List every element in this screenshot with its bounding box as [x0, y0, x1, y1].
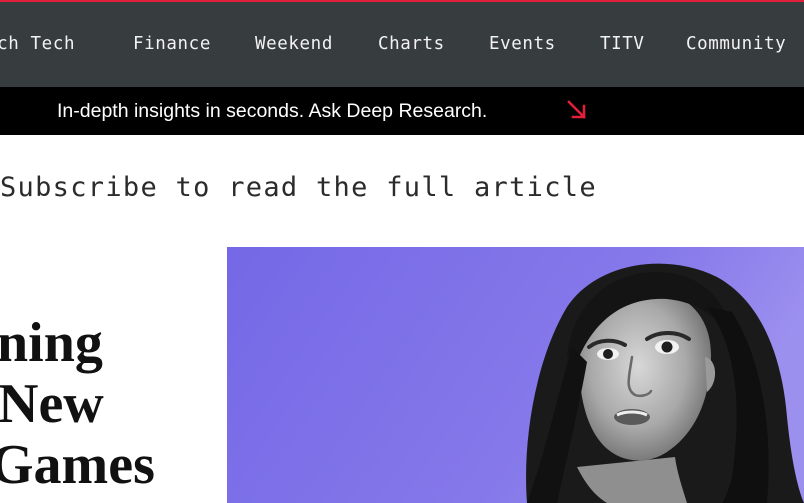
- hero-image: [227, 247, 804, 503]
- nav-item-titv[interactable]: TITV: [600, 33, 645, 55]
- main-nav: rch Tech Finance Weekend Charts Events T…: [0, 2, 804, 87]
- nav-item-community[interactable]: Community: [686, 33, 786, 55]
- nav-item-weekend[interactable]: Weekend: [255, 33, 333, 55]
- promo-text[interactable]: In-depth insights in seconds. Ask Deep R…: [57, 100, 487, 122]
- promo-banner[interactable]: In-depth insights in seconds. Ask Deep R…: [0, 87, 804, 135]
- nav-item-events[interactable]: Events: [489, 33, 556, 55]
- nav-item-charts[interactable]: Charts: [378, 33, 445, 55]
- headline-line-2: New: [0, 373, 104, 435]
- nav-item-finance[interactable]: Finance: [133, 33, 211, 55]
- headline-line-3: Games: [0, 434, 155, 496]
- subscribe-prompt[interactable]: Subscribe to read the full article: [0, 172, 597, 204]
- hero-portrait-illustration: [227, 247, 804, 503]
- nav-item-research-tech[interactable]: rch Tech: [0, 33, 75, 55]
- headline-line-1: ning: [0, 312, 103, 374]
- arrow-down-right-icon[interactable]: [565, 98, 589, 122]
